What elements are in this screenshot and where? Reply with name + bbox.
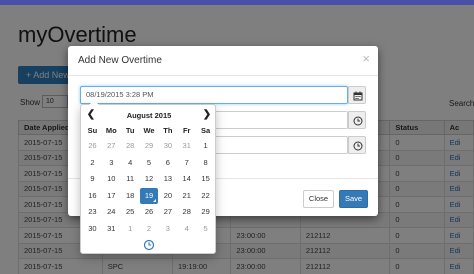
calendar-day[interactable]: 21 (177, 188, 196, 204)
calendar-day[interactable]: 27 (102, 138, 121, 154)
weekday-label: Fr (182, 126, 191, 135)
calendar-day[interactable]: 15 (196, 171, 215, 187)
calendar-day[interactable]: 4 (121, 155, 140, 171)
calendar-day[interactable]: 18 (121, 188, 140, 204)
calendar-day[interactable]: 27 (158, 204, 177, 220)
month-label[interactable]: August 2015 (101, 111, 197, 120)
close-icon[interactable]: × (362, 52, 370, 65)
calendar-day[interactable]: 1 (121, 221, 140, 237)
calendar-day[interactable]: 7 (177, 155, 196, 171)
calendar-day[interactable]: 12 (140, 171, 159, 187)
clock-icon[interactable] (348, 111, 366, 129)
weekday-label: Su (87, 126, 98, 135)
calendar-day[interactable]: 31 (102, 221, 121, 237)
calendar-day[interactable]: 2 (83, 155, 102, 171)
weekday-label: Mo (105, 126, 117, 135)
calendar-week: 16 17 18 19 20 21 22 (83, 187, 215, 205)
calendar-day[interactable]: 16 (83, 188, 102, 204)
calendar-day[interactable]: 26 (140, 204, 159, 220)
calendar-day[interactable]: 30 (83, 221, 102, 237)
calendar-day[interactable]: 3 (102, 155, 121, 171)
calendar-day-selected[interactable]: 19 (139, 187, 159, 204)
close-button[interactable]: Close (303, 190, 334, 208)
calendar-day[interactable]: 23 (83, 204, 102, 220)
weekday-header: Su Mo Tu We Th Fr Sa (83, 125, 215, 137)
calendar-day[interactable]: 24 (102, 204, 121, 220)
calendar-day[interactable]: 29 (196, 204, 215, 220)
calendar-week: 26 27 28 29 30 31 1 (83, 138, 215, 155)
calendar-day[interactable]: 6 (158, 155, 177, 171)
calendar-day[interactable]: 8 (196, 155, 215, 171)
calendar-day[interactable]: 3 (158, 221, 177, 237)
calendar-day[interactable]: 5 (196, 221, 215, 237)
calendar-day[interactable]: 2 (140, 221, 159, 237)
prev-month-icon[interactable]: ❮ (84, 109, 98, 122)
clock-icon[interactable] (348, 136, 366, 154)
calendar-day[interactable]: 11 (121, 171, 140, 187)
weekday-label: We (143, 126, 155, 135)
calendar-day[interactable]: 9 (83, 171, 102, 187)
modal-title: Add New Overtime (78, 55, 162, 66)
calendar-day[interactable]: 20 (158, 188, 177, 204)
next-month-icon[interactable]: ❯ (200, 109, 214, 122)
calendar-day[interactable]: 4 (177, 221, 196, 237)
calendar-day[interactable]: 28 (121, 138, 140, 154)
calendar-icon[interactable] (348, 86, 366, 104)
calendar-day[interactable]: 26 (83, 138, 102, 154)
calendar-day[interactable]: 14 (177, 171, 196, 187)
calendar-day[interactable]: 5 (140, 155, 159, 171)
calendar-day[interactable]: 17 (102, 188, 121, 204)
calendar-day[interactable]: 30 (158, 138, 177, 154)
calendar-day[interactable]: 31 (177, 138, 196, 154)
calendar-week: 30 31 1 2 3 4 5 (83, 221, 215, 238)
weekday-label: Sa (200, 126, 211, 135)
popup-arrow (89, 100, 99, 105)
datepicker-popup: ❮ August 2015 ❯ Su Mo Tu We Th Fr Sa 26 27 28 29 3… (80, 100, 216, 254)
clock-icon[interactable] (143, 238, 155, 251)
calendar-day[interactable]: 28 (177, 204, 196, 220)
save-button[interactable]: Save (339, 190, 368, 208)
calendar-week: 23 24 25 26 27 28 29 (83, 204, 215, 221)
calendar-day[interactable]: 29 (140, 138, 159, 154)
date-time-input[interactable]: 08/19/2015 3:28 PM (80, 86, 348, 104)
calendar-week: 2345678 (83, 155, 215, 172)
calendar-day[interactable]: 13 (158, 171, 177, 187)
weekday-label: Tu (125, 126, 135, 135)
weekday-label: Th (163, 126, 173, 135)
modal-header: Add New Overtime × (68, 46, 378, 76)
calendar-day[interactable]: 1 (196, 138, 215, 154)
calendar-day[interactable]: 22 (196, 188, 215, 204)
calendar-week: 9 10 11 12 13 14 15 (83, 171, 215, 188)
calendar-day[interactable]: 25 (121, 204, 140, 220)
calendar-day[interactable]: 10 (102, 171, 121, 187)
